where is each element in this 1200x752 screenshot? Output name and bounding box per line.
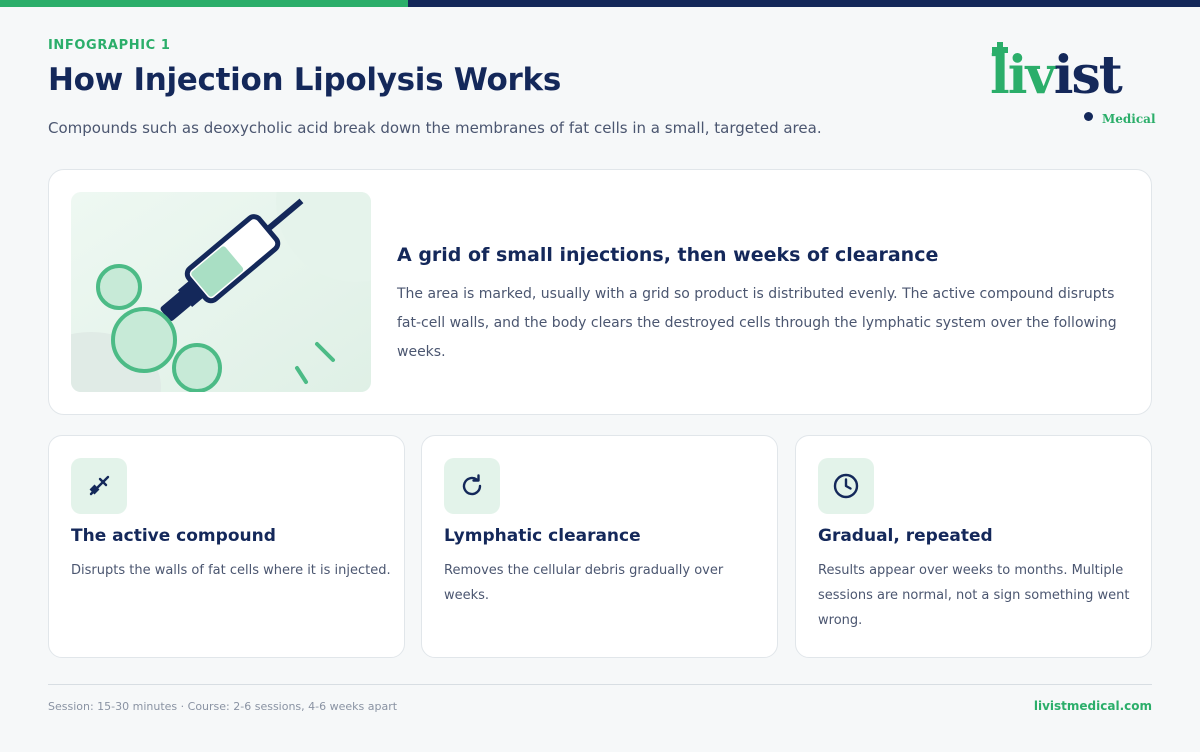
page-subtitle: Compounds such as deoxycholic acid break… [48,119,822,137]
page-title: How Injection Lipolysis Works [48,62,561,98]
logo-dot [1084,112,1093,121]
top-accent-green [0,0,408,7]
hero-card: A grid of small injections, then weeks o… [48,169,1152,415]
footer-divider [48,684,1152,685]
card-title: The active compound [71,526,276,546]
top-accent-bar [0,0,1200,7]
hero-title: A grid of small injections, then weeks o… [397,244,939,266]
website-link[interactable]: livistmedical.com [1000,699,1152,713]
card-title: Lymphatic clearance [444,526,641,546]
card-gradual-repeated: Gradual, repeated Results appear over we… [795,435,1152,658]
logo-wordmark-navy: ist [1053,45,1123,106]
hero-body: The area is marked, usually with a grid … [397,286,1117,360]
card-body: Disrupts the walls of fat cells where it… [71,563,391,578]
card-body: Removes the cellular debris gradually ov… [444,563,724,603]
brand-logo[interactable]: livist Medical [990,42,1156,128]
hero-text: A grid of small injections, then weeks o… [397,244,1137,367]
logo-wordmark: livist [990,50,1123,102]
session-info: Session: 15-30 minutes · Course: 2-6 ses… [48,700,398,713]
card-active-compound: The active compound Disrupts the walls o… [48,435,405,658]
clock-icon [818,458,874,514]
refresh-icon [444,458,500,514]
logo-tagline: Medical [1102,112,1156,126]
card-lymphatic-clearance: Lymphatic clearance Removes the cellular… [421,435,778,658]
card-title: Gradual, repeated [818,526,993,546]
syringe-icon [71,458,127,514]
syringe-illustration [71,192,371,392]
logo-wordmark-green: liv [990,45,1056,106]
card-body: Results appear over weeks to months. Mul… [818,563,1130,628]
top-accent-navy [408,0,1200,7]
eyebrow-label: INFOGRAPHIC 1 [48,38,171,53]
